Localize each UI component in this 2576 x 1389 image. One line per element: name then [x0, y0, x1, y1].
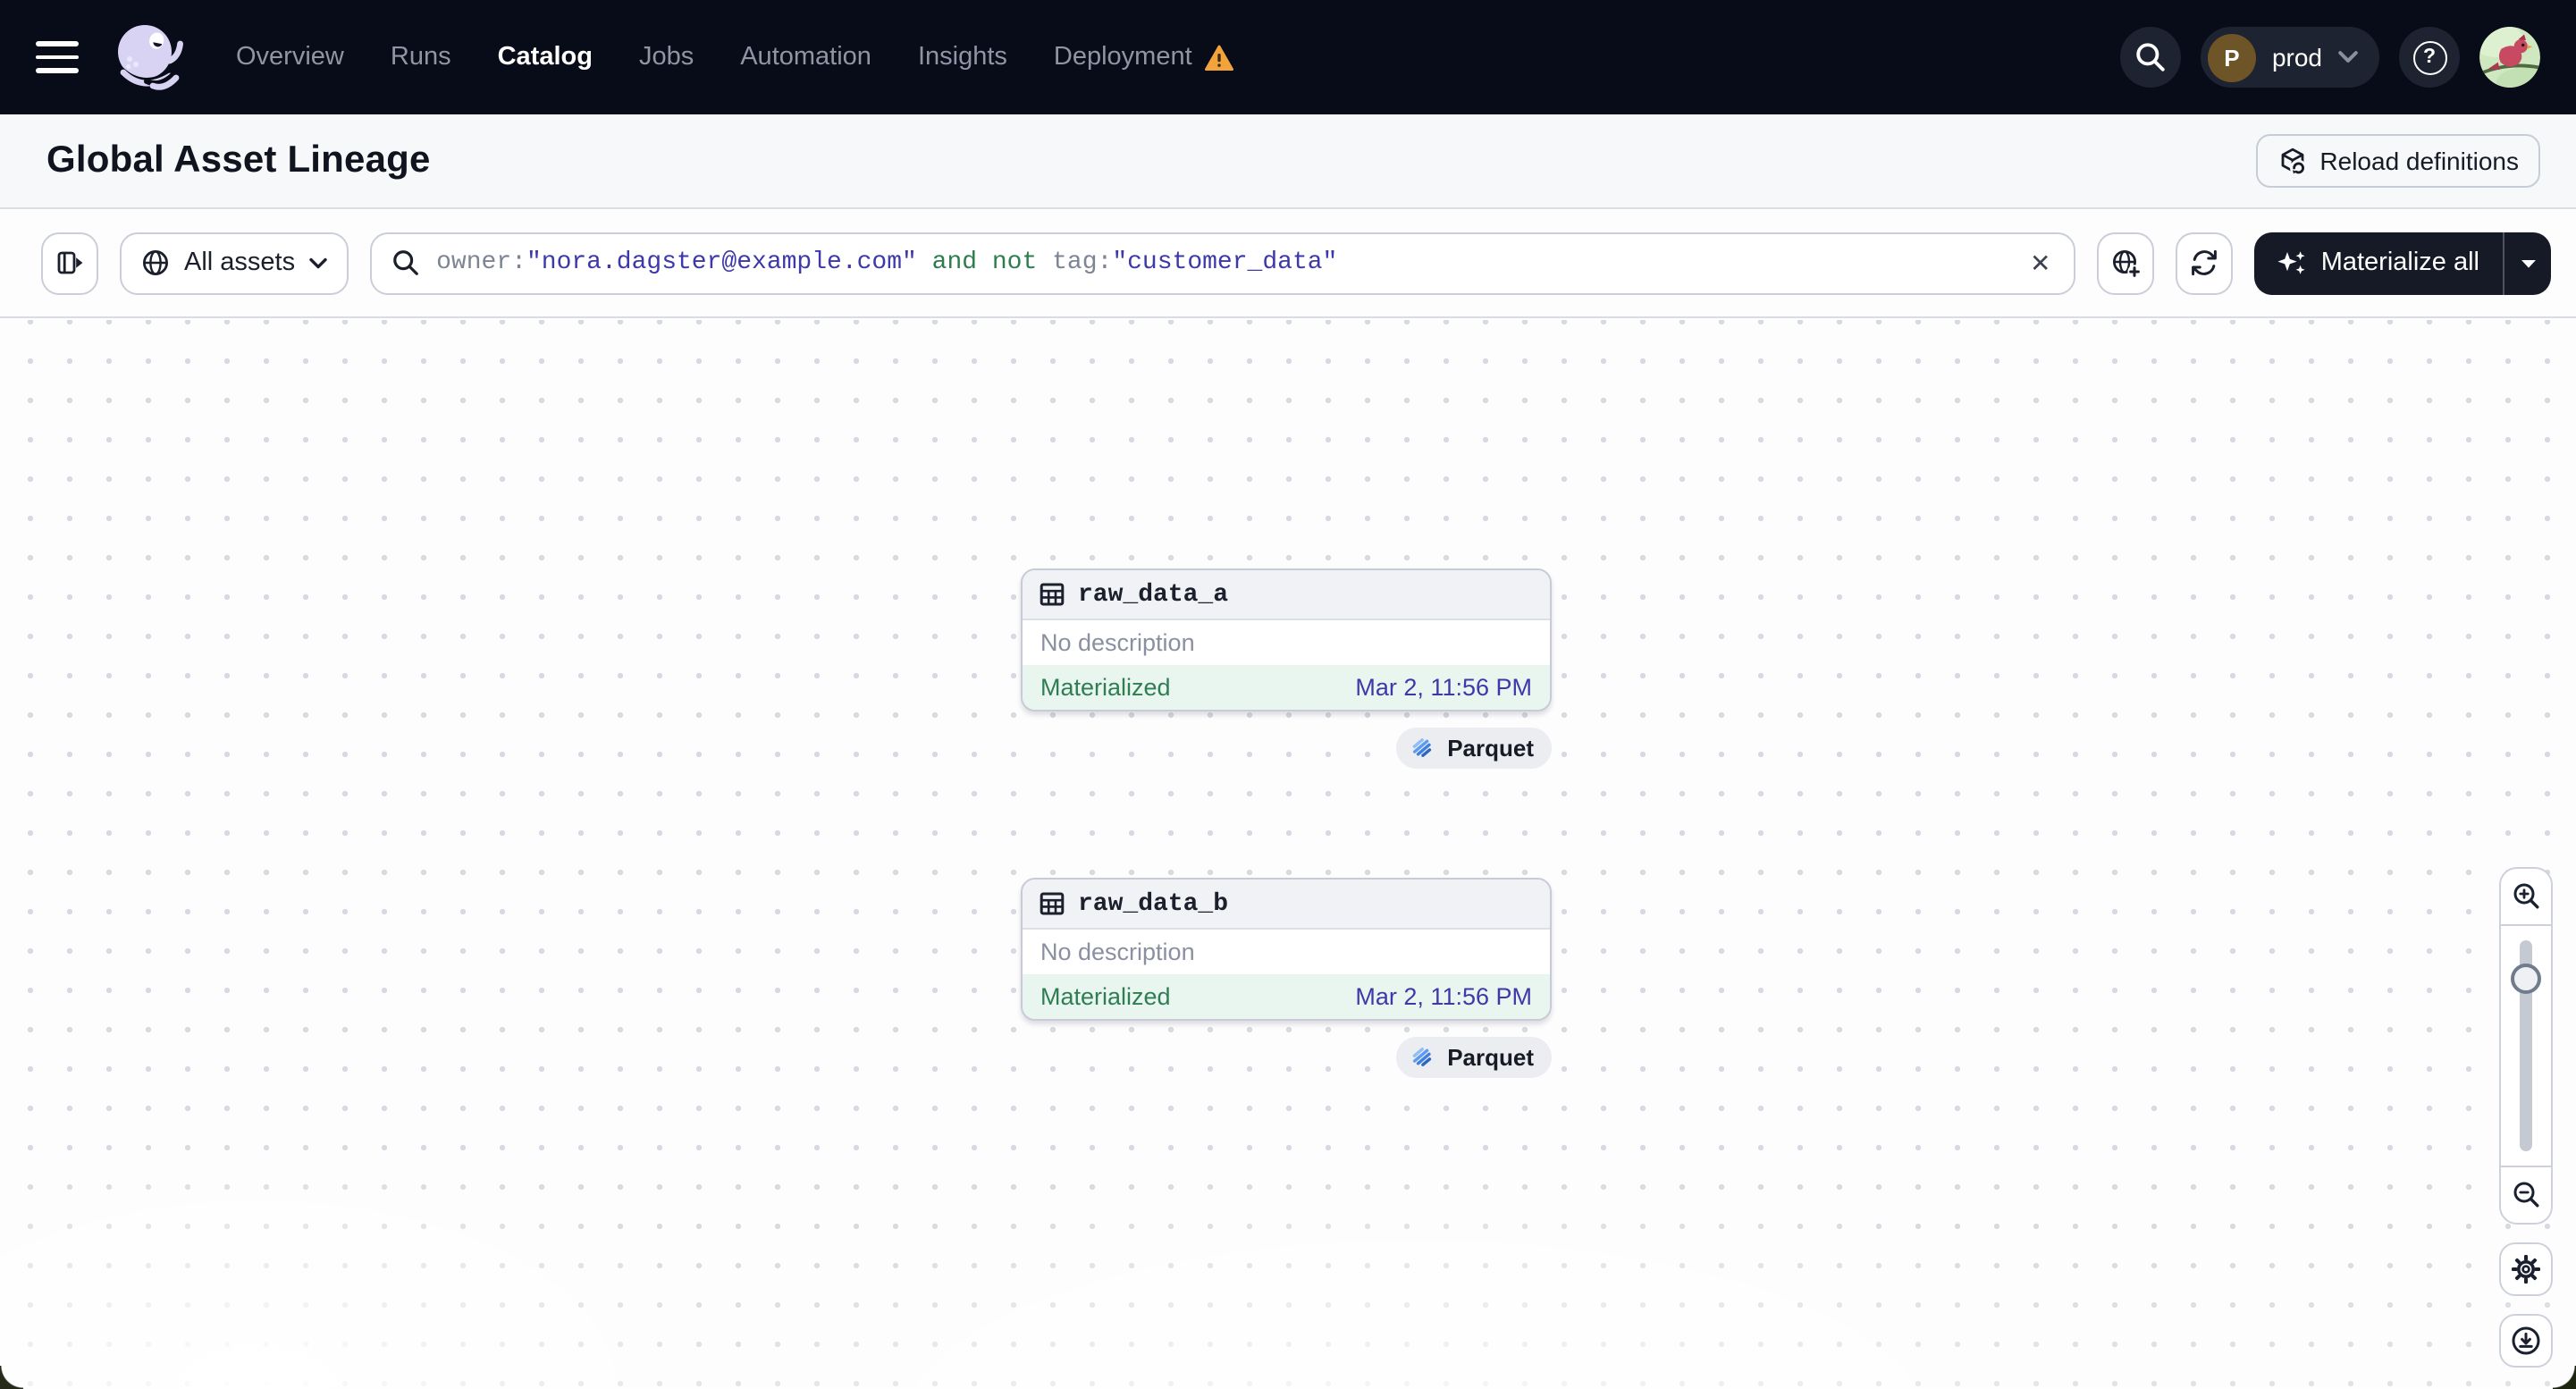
table-icon — [1040, 583, 1065, 606]
globe-icon — [142, 249, 169, 276]
globe-plus-icon — [2112, 248, 2142, 278]
zoom-in-icon — [2513, 883, 2538, 909]
zoom-slider[interactable] — [2501, 924, 2551, 1167]
query-token-key: owner: — [436, 248, 526, 277]
asset-description: No description — [1040, 629, 1195, 656]
nav-tab-deployment[interactable]: Deployment — [1031, 43, 1257, 72]
octopus-logo-icon — [117, 25, 183, 90]
close-icon: ✕ — [2029, 248, 2051, 276]
storage-kind-label: Parquet — [1447, 735, 1534, 762]
reload-definitions-label: Reload definitions — [2319, 147, 2519, 175]
lineage-canvas[interactable]: raw_data_a No description Materialized M… — [0, 320, 2576, 1389]
download-icon — [2512, 1326, 2540, 1355]
chevron-down-icon — [2338, 51, 2358, 63]
asset-description: No description — [1040, 939, 1195, 965]
help-button[interactable]: ? — [2399, 27, 2460, 88]
window-corner-left — [0, 1366, 23, 1389]
lineage-toolbar: All assets owner: "nora.dagster@example.c… — [0, 209, 2576, 318]
zoom-out-button[interactable] — [2501, 1167, 2551, 1223]
deployment-initial-badge: P — [2207, 33, 2256, 81]
materialize-all-label: Materialize all — [2320, 248, 2479, 277]
gear-icon — [2512, 1255, 2540, 1284]
parquet-icon — [1411, 737, 1431, 756]
nav-tab-jobs[interactable]: Jobs — [616, 43, 717, 72]
storage-kind-tag-parquet[interactable]: Parquet — [1395, 728, 1552, 769]
asset-name: raw_data_a — [1078, 580, 1229, 609]
table-icon — [1040, 892, 1065, 915]
nav-tab-deployment-label: Deployment — [1053, 43, 1192, 72]
toggle-left-panel-button[interactable] — [41, 232, 98, 294]
query-token-value: "nora.dagster@example.com" — [526, 248, 917, 277]
asset-name: raw_data_b — [1078, 889, 1229, 918]
zoom-control-group — [2499, 867, 2553, 1225]
storage-kind-label: Parquet — [1447, 1044, 1534, 1071]
status-badge: Materialized — [1040, 674, 1171, 701]
dagster-logo[interactable] — [105, 16, 188, 98]
menu-icon[interactable] — [36, 41, 79, 73]
asset-node-header: raw_data_a — [1023, 570, 1550, 620]
avatar-bird-image — [2479, 27, 2540, 88]
asset-node-raw-data-b[interactable]: raw_data_b No description Materialized M… — [1021, 878, 1552, 1021]
refresh-icon — [2192, 249, 2218, 276]
search-icon — [2136, 43, 2165, 72]
reload-definitions-icon — [2281, 147, 2307, 176]
zoom-in-button[interactable] — [2501, 869, 2551, 924]
nav-tab-runs[interactable]: Runs — [367, 43, 475, 72]
query-token-key: tag: — [1052, 248, 1113, 277]
deployment-switcher[interactable]: P prod — [2200, 27, 2379, 88]
materialize-all-button[interactable]: Materialize all — [2255, 232, 2503, 294]
storage-kind-tag-parquet[interactable]: Parquet — [1395, 1037, 1552, 1078]
nav-tab-catalog[interactable]: Catalog — [475, 43, 616, 72]
navbar-right-group: P prod ? — [2119, 27, 2540, 88]
nav-tab-overview[interactable]: Overview — [213, 43, 367, 72]
help-icon: ? — [2412, 40, 2446, 74]
asset-status-row: Materialized Mar 2, 11:56 PM — [1023, 665, 1550, 710]
deployment-name: prod — [2271, 43, 2322, 72]
global-search-button[interactable] — [2119, 27, 2181, 88]
query-token-value: "customer_data" — [1112, 248, 1338, 277]
asset-node-raw-data-a[interactable]: raw_data_a No description Materialized M… — [1021, 568, 1552, 711]
materialize-options-button[interactable] — [2503, 232, 2551, 294]
zoom-slider-thumb[interactable] — [2511, 964, 2541, 994]
chevron-down-icon — [309, 257, 327, 268]
download-image-button[interactable] — [2499, 1314, 2553, 1368]
new-scope-globe-button[interactable] — [2097, 232, 2155, 294]
graph-settings-button[interactable] — [2499, 1242, 2553, 1296]
reload-definitions-button[interactable]: Reload definitions — [2255, 134, 2540, 188]
nav-tab-insights[interactable]: Insights — [895, 43, 1031, 72]
zoom-out-icon — [2513, 1182, 2538, 1208]
search-icon — [393, 250, 418, 275]
materialization-timestamp[interactable]: Mar 2, 11:56 PM — [1355, 983, 1532, 1010]
page-header: Global Asset Lineage Reload definitions — [0, 114, 2576, 209]
top-navbar: Overview Runs Catalog Jobs Automation In… — [0, 0, 2576, 114]
page-title: Global Asset Lineage — [46, 139, 431, 181]
open-panel-icon — [57, 251, 83, 274]
canvas-controls — [2499, 867, 2553, 1368]
caret-down-icon — [2521, 259, 2535, 267]
asset-scope-dropdown[interactable]: All assets — [120, 232, 349, 294]
nav-tab-automation[interactable]: Automation — [717, 43, 895, 72]
search-query: owner: "nora.dagster@example.com" and not… — [436, 248, 1337, 277]
asset-search-input[interactable]: owner: "nora.dagster@example.com" and not… — [370, 232, 2076, 294]
app-window: Overview Runs Catalog Jobs Automation In… — [0, 0, 2576, 1389]
window-corner-right — [2553, 1366, 2576, 1389]
query-token-operator: and not — [916, 248, 1053, 277]
refresh-button[interactable] — [2176, 232, 2234, 294]
sparkles-icon — [2278, 251, 2306, 274]
status-badge: Materialized — [1040, 983, 1171, 1010]
warning-icon — [1204, 44, 1233, 70]
clear-search-button[interactable]: ✕ — [2021, 243, 2060, 282]
asset-status-row: Materialized Mar 2, 11:56 PM — [1023, 974, 1550, 1019]
materialize-split-button: Materialize all — [2254, 232, 2551, 294]
asset-node-header: raw_data_b — [1023, 880, 1550, 930]
materialization-timestamp[interactable]: Mar 2, 11:56 PM — [1355, 674, 1532, 701]
asset-scope-label: All assets — [184, 248, 296, 277]
user-avatar[interactable] — [2479, 27, 2540, 88]
parquet-icon — [1411, 1047, 1431, 1065]
primary-nav: Overview Runs Catalog Jobs Automation In… — [213, 43, 1257, 72]
